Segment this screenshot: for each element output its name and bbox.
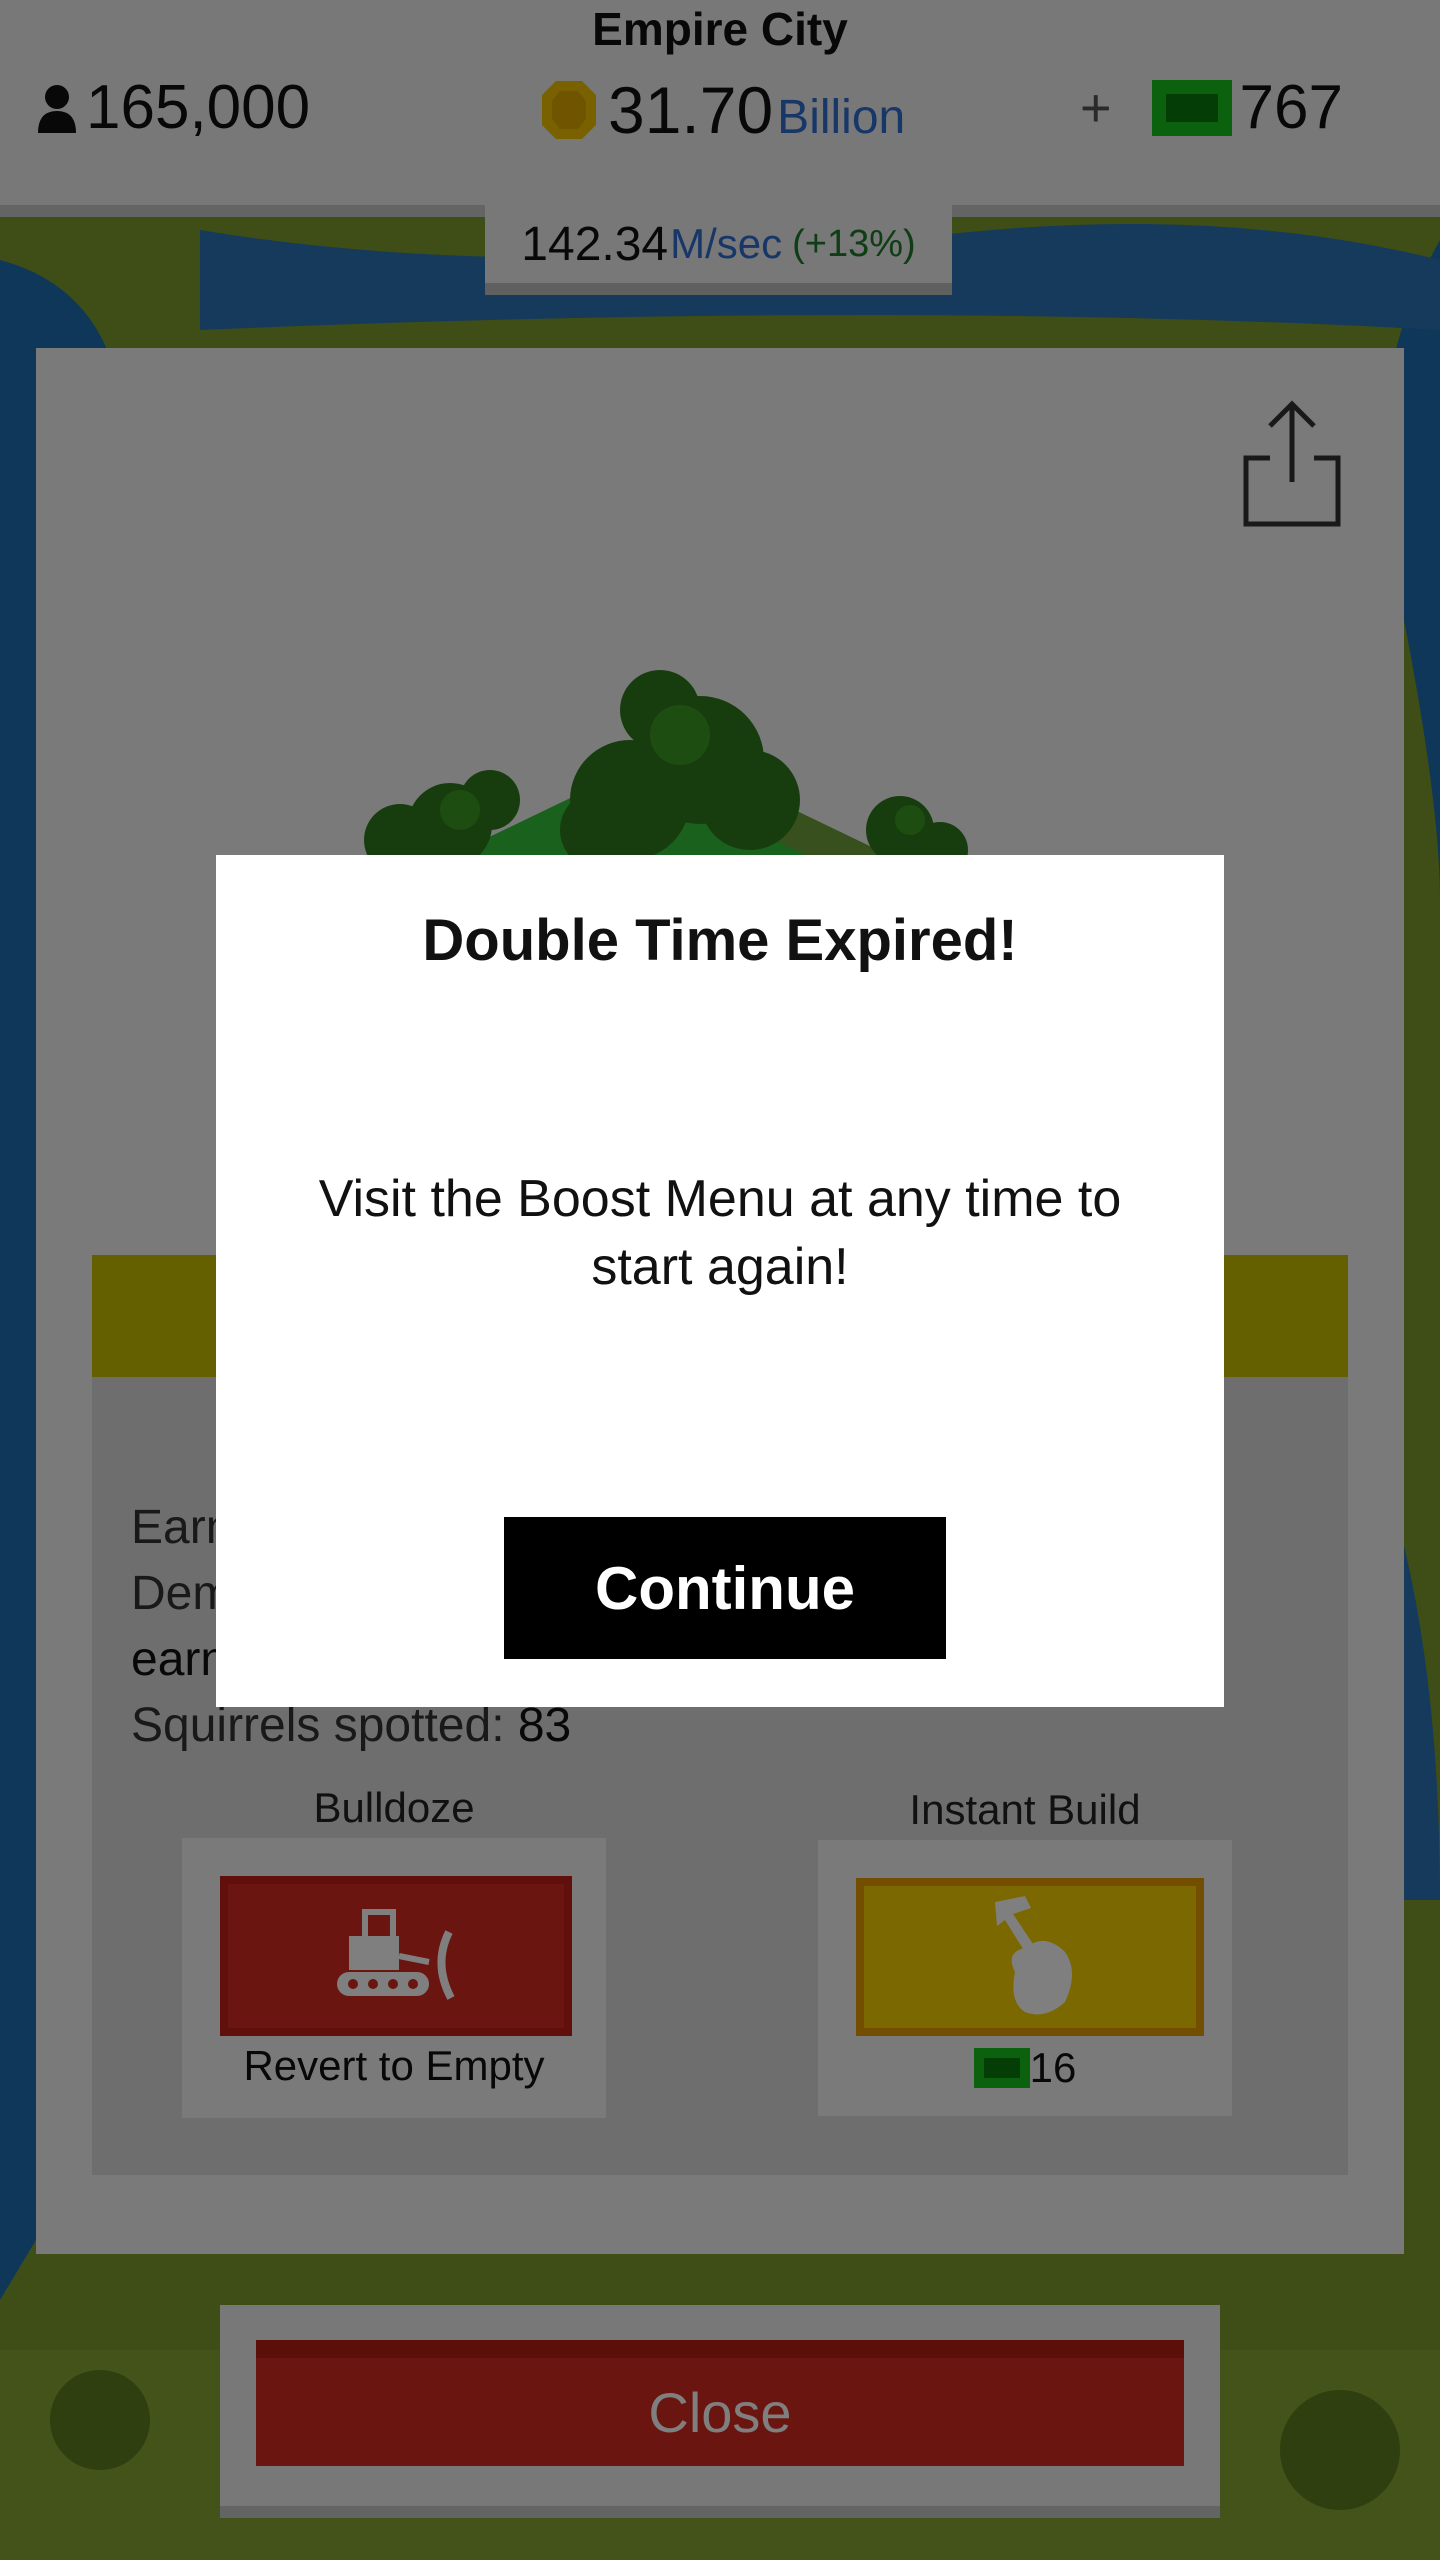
- dialog-message: Visit the Boost Menu at any time to star…: [318, 1170, 1122, 1296]
- dialog-title: Double Time Expired!: [422, 908, 1018, 973]
- double-time-expired-dialog: Double Time Expired! Visit the Boost Men…: [216, 855, 1224, 1707]
- continue-button[interactable]: Continue: [504, 1517, 946, 1659]
